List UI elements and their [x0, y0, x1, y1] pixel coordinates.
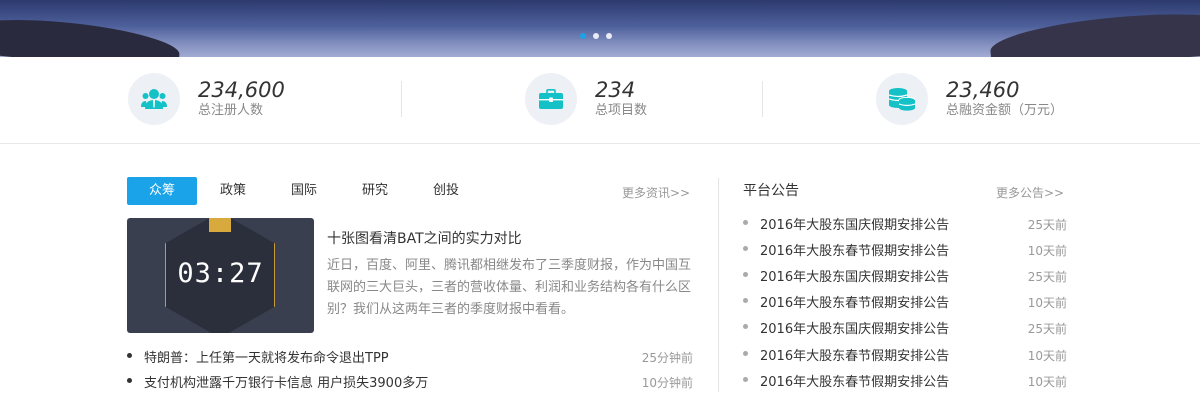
list-item[interactable]: 2016年大股东国庆假期安排公告 25天前: [743, 318, 1067, 338]
list-item[interactable]: 特朗普：上任第一天就将发布命令退出TPP 25分钟前: [127, 347, 693, 367]
bullet-icon: [743, 298, 748, 303]
bullet-icon: [743, 220, 748, 225]
carousel-dot-3[interactable]: [606, 33, 612, 39]
coins-icon: [876, 73, 928, 125]
list-item[interactable]: 2016年大股东国庆假期安排公告 25天前: [743, 266, 1067, 286]
list-item[interactable]: 2016年大股东春节假期安排公告 10天前: [743, 292, 1067, 312]
carousel-dots: [580, 33, 612, 39]
list-item[interactable]: 2016年大股东春节假期安排公告 10天前: [743, 371, 1067, 391]
news-item-title[interactable]: 特朗普：上任第一天就将发布命令退出TPP: [144, 347, 389, 366]
announcement-time: 25天前: [1027, 218, 1067, 232]
announcements-title: 平台公告: [743, 183, 799, 199]
bullet-icon: [127, 353, 132, 358]
users-icon: [128, 73, 180, 125]
list-item[interactable]: 2016年大股东国庆假期安排公告 25天前: [743, 214, 1067, 234]
announcement-title[interactable]: 2016年大股东春节假期安排公告: [760, 292, 949, 311]
news-item-time: 25分钟前: [641, 351, 693, 365]
tab-policy[interactable]: 政策: [198, 177, 268, 205]
stat-label: 总注册人数: [198, 103, 264, 118]
tab-crowdfunding[interactable]: 众筹: [127, 177, 197, 205]
featured-news-title[interactable]: 十张图看清BAT之间的实力对比: [327, 228, 522, 248]
announcement-title[interactable]: 2016年大股东国庆假期安排公告: [760, 266, 949, 285]
stat-label: 总项目数: [595, 103, 648, 118]
stats-bar: 234,600 总注册人数 234 总项目数 23,460 总融资金额（万元）: [0, 57, 1200, 144]
announcement-time: 25天前: [1027, 270, 1067, 284]
announcement-title[interactable]: 2016年大股东春节假期安排公告: [760, 345, 949, 364]
stat-funding: 23,460 总融资金额（万元）: [876, 73, 1063, 125]
announcement-time: 10天前: [1027, 296, 1067, 310]
tab-research[interactable]: 研究: [340, 177, 410, 205]
divider: [762, 81, 763, 117]
bullet-icon: [743, 351, 748, 356]
list-item[interactable]: 2016年大股东春节假期安排公告 10天前: [743, 345, 1067, 365]
tab-venture[interactable]: 创投: [411, 177, 481, 205]
featured-news-desc: 近日，百度、阿里、腾讯都相继发布了三季度财报，作为中国互联网的三大巨头，三者的营…: [327, 258, 692, 317]
announcement-title[interactable]: 2016年大股东春节假期安排公告: [760, 371, 949, 390]
bullet-icon: [743, 246, 748, 251]
divider: [401, 81, 402, 117]
announcement-time: 10天前: [1027, 375, 1067, 389]
column-divider: [718, 178, 719, 392]
stat-value: 23,460: [946, 78, 1020, 102]
more-news-link[interactable]: 更多资讯>>: [622, 184, 690, 201]
announcement-title[interactable]: 2016年大股东国庆假期安排公告: [760, 318, 949, 337]
bullet-icon: [743, 377, 748, 382]
featured-news-image[interactable]: 03:27: [127, 218, 314, 333]
news-tabs: 众筹 政策 国际 研究 创投: [127, 177, 482, 205]
banner-hill-right: [988, 5, 1200, 57]
announcement-time: 25天前: [1027, 322, 1067, 336]
announcement-title[interactable]: 2016年大股东春节假期安排公告: [760, 240, 949, 259]
stat-label: 总融资金额（万元）: [946, 103, 1064, 118]
list-item[interactable]: 支付机构泄露千万银行卡信息 用户损失3900多万 10分钟前: [127, 372, 693, 392]
announcement-time: 10天前: [1027, 349, 1067, 363]
bullet-icon: [743, 324, 748, 329]
tab-international[interactable]: 国际: [269, 177, 339, 205]
briefcase-icon: [525, 73, 577, 125]
hero-banner: [0, 0, 1200, 57]
image-logo: [209, 218, 231, 232]
list-item[interactable]: 2016年大股东春节假期安排公告 10天前: [743, 240, 1067, 260]
bullet-icon: [127, 378, 132, 383]
carousel-dot-1[interactable]: [580, 33, 586, 39]
image-time-text: 03:27: [177, 258, 264, 289]
news-item-time: 10分钟前: [641, 376, 693, 390]
carousel-dot-2[interactable]: [593, 33, 599, 39]
banner-hill-left: [0, 11, 182, 57]
bullet-icon: [743, 272, 748, 277]
announcement-time: 10天前: [1027, 244, 1067, 258]
news-item-title[interactable]: 支付机构泄露千万银行卡信息 用户损失3900多万: [144, 372, 428, 391]
stat-registered-users: 234,600 总注册人数: [128, 73, 285, 125]
stat-value: 234,600: [198, 78, 285, 102]
stat-value: 234: [595, 78, 636, 102]
stat-projects: 234 总项目数: [525, 73, 647, 125]
more-announcements-link[interactable]: 更多公告>>: [996, 184, 1064, 201]
announcement-title[interactable]: 2016年大股东国庆假期安排公告: [760, 214, 949, 233]
